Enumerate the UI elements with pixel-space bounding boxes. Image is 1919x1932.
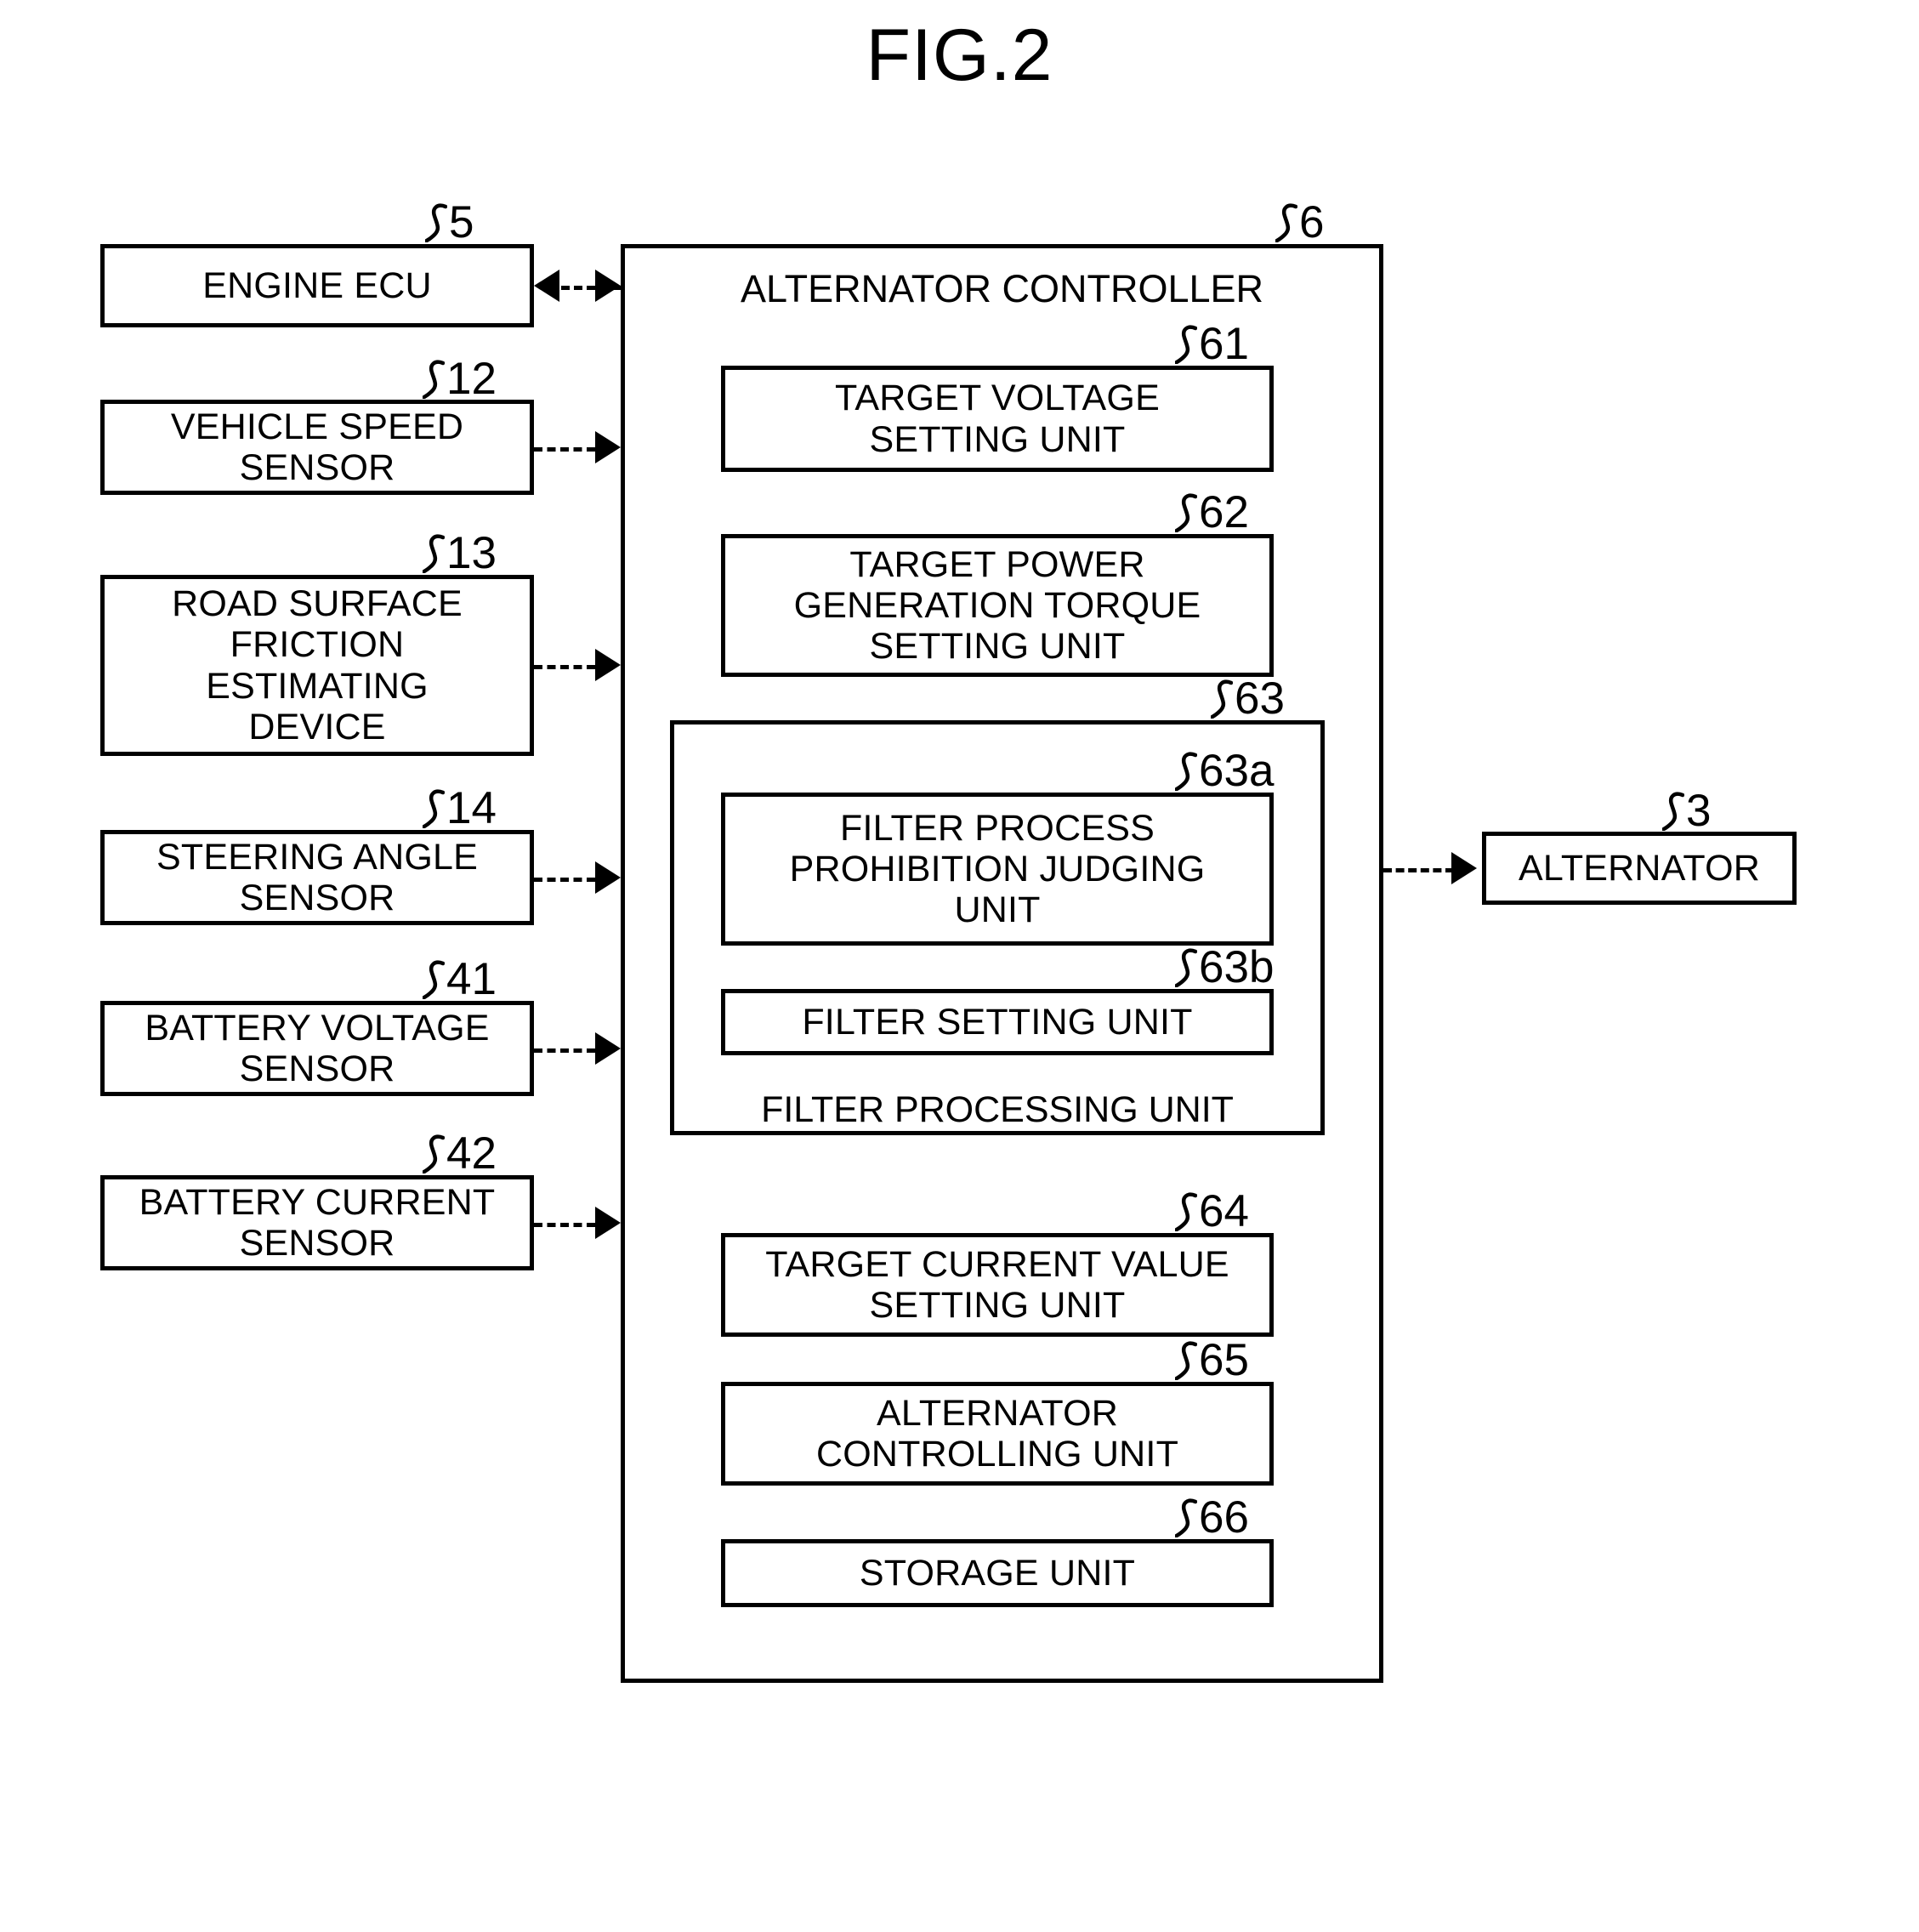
connector-road-friction [534, 665, 595, 669]
filter-processing-unit-caption: FILTER PROCESSING UNIT [761, 1089, 1234, 1130]
ref-65-text: 65 [1199, 1335, 1249, 1385]
target-power-torque-setting-unit-box: TARGET POWER GENERATION TORQUE SETTING U… [721, 534, 1274, 677]
target-current-value-setting-unit-label: TARGET CURRENT VALUE SETTING UNIT [765, 1243, 1229, 1326]
alternator-box: ALTERNATOR [1482, 832, 1797, 905]
connector-road-friction-arrow [595, 649, 621, 681]
connector-battery-current-arrow [595, 1207, 621, 1239]
leader-squiggle-icon [423, 789, 445, 828]
connector-steering-angle [534, 878, 595, 882]
leader-squiggle-icon [1211, 679, 1233, 719]
connector-steering-angle-arrow [595, 861, 621, 894]
ref-numeral-63: 63 [1211, 674, 1285, 721]
leader-squiggle-icon [1275, 203, 1297, 242]
ref-numeral-63a: 63a [1175, 747, 1274, 793]
ref-63b-text: 63b [1199, 942, 1275, 992]
engine-ecu-label: ENGINE ECU [202, 264, 432, 306]
filter-prohibition-judging-unit-box: FILTER PROCESS PROHIBITION JUDGING UNIT [721, 793, 1274, 946]
battery-current-sensor-box: BATTERY CURRENT SENSOR [100, 1175, 534, 1270]
connector-vehicle-speed-arrow [595, 431, 621, 463]
ref-numeral-62: 62 [1175, 488, 1249, 535]
connector-battery-current [534, 1223, 595, 1227]
filter-setting-unit-box: FILTER SETTING UNIT [721, 989, 1274, 1055]
ref-3-text: 3 [1686, 786, 1712, 836]
alternator-controlling-unit-label: ALTERNATOR CONTROLLING UNIT [815, 1392, 1179, 1475]
ref-numeral-12: 12 [423, 355, 497, 401]
leader-squiggle-icon [1175, 948, 1197, 987]
ref-61-text: 61 [1199, 319, 1249, 369]
connector-battery-voltage-arrow [595, 1032, 621, 1065]
connector-engine-ecu-arrow-right [595, 270, 621, 302]
connector-alternator-output [1383, 868, 1454, 872]
ref-6-text: 6 [1299, 197, 1325, 247]
filter-setting-unit-label: FILTER SETTING UNIT [802, 1001, 1193, 1043]
ref-numeral-13: 13 [423, 529, 497, 576]
ref-12-text: 12 [446, 354, 497, 404]
ref-63-text: 63 [1235, 673, 1285, 724]
leader-squiggle-icon [1175, 752, 1197, 791]
leader-squiggle-icon [423, 534, 445, 573]
ref-66-text: 66 [1199, 1492, 1249, 1543]
ref-numeral-14: 14 [423, 784, 497, 831]
steering-angle-sensor-box: STEERING ANGLE SENSOR [100, 830, 534, 925]
steering-angle-sensor-label: STEERING ANGLE SENSOR [156, 836, 478, 918]
battery-voltage-sensor-box: BATTERY VOLTAGE SENSOR [100, 1001, 534, 1096]
ref-42-text: 42 [446, 1128, 497, 1179]
patent-figure: FIG.2 ENGINE ECU 5 VEHICLE SPEED SENSOR … [0, 0, 1919, 1932]
ref-numeral-65: 65 [1175, 1336, 1249, 1383]
vehicle-speed-sensor-label: VEHICLE SPEED SENSOR [170, 406, 464, 488]
ref-64-text: 64 [1199, 1186, 1249, 1236]
battery-voltage-sensor-label: BATTERY VOLTAGE SENSOR [145, 1007, 490, 1089]
alternator-label: ALTERNATOR [1519, 847, 1760, 889]
ref-numeral-63b: 63b [1175, 943, 1274, 990]
leader-squiggle-icon [1662, 792, 1684, 831]
leader-squiggle-icon [1175, 1341, 1197, 1380]
ref-numeral-6: 6 [1275, 198, 1324, 245]
ref-numeral-41: 41 [423, 955, 497, 1002]
leader-squiggle-icon [423, 960, 445, 999]
ref-numeral-42: 42 [423, 1129, 497, 1176]
road-friction-device-label: ROAD SURFACE FRICTION ESTIMATING DEVICE [172, 583, 463, 747]
ref-63a-text: 63a [1199, 746, 1275, 796]
leader-squiggle-icon [423, 360, 445, 399]
filter-prohibition-judging-unit-label: FILTER PROCESS PROHIBITION JUDGING UNIT [789, 807, 1206, 931]
alternator-controller-title: ALTERNATOR CONTROLLER [740, 267, 1264, 310]
target-voltage-setting-unit-label: TARGET VOLTAGE SETTING UNIT [835, 378, 1160, 460]
connector-alternator-output-arrow [1451, 852, 1477, 884]
ref-numeral-66: 66 [1175, 1493, 1249, 1540]
alternator-controlling-unit-box: ALTERNATOR CONTROLLING UNIT [721, 1382, 1274, 1486]
engine-ecu-box: ENGINE ECU [100, 244, 534, 327]
ref-14-text: 14 [446, 783, 497, 833]
target-voltage-setting-unit-box: TARGET VOLTAGE SETTING UNIT [721, 366, 1274, 472]
ref-numeral-3: 3 [1662, 787, 1711, 833]
figure-title: FIG.2 [866, 14, 1053, 96]
ref-62-text: 62 [1199, 487, 1249, 537]
ref-numeral-64: 64 [1175, 1187, 1249, 1234]
storage-unit-label: STORAGE UNIT [859, 1552, 1136, 1594]
connector-engine-ecu-arrow-left [534, 270, 559, 302]
vehicle-speed-sensor-box: VEHICLE SPEED SENSOR [100, 400, 534, 495]
target-power-torque-setting-unit-label: TARGET POWER GENERATION TORQUE SETTING U… [793, 543, 1201, 668]
ref-numeral-61: 61 [1175, 320, 1249, 367]
connector-battery-voltage [534, 1048, 595, 1053]
ref-numeral-5: 5 [425, 198, 474, 245]
connector-vehicle-speed [534, 447, 595, 452]
leader-squiggle-icon [1175, 1498, 1197, 1537]
ref-5-text: 5 [449, 197, 474, 247]
target-current-value-setting-unit-box: TARGET CURRENT VALUE SETTING UNIT [721, 1233, 1274, 1337]
ref-13-text: 13 [446, 528, 497, 578]
leader-squiggle-icon [423, 1134, 445, 1173]
leader-squiggle-icon [1175, 1192, 1197, 1231]
leader-squiggle-icon [1175, 325, 1197, 364]
storage-unit-box: STORAGE UNIT [721, 1539, 1274, 1607]
leader-squiggle-icon [425, 203, 447, 242]
road-friction-device-box: ROAD SURFACE FRICTION ESTIMATING DEVICE [100, 575, 534, 756]
ref-41-text: 41 [446, 954, 497, 1004]
battery-current-sensor-label: BATTERY CURRENT SENSOR [139, 1181, 496, 1264]
leader-squiggle-icon [1175, 493, 1197, 532]
